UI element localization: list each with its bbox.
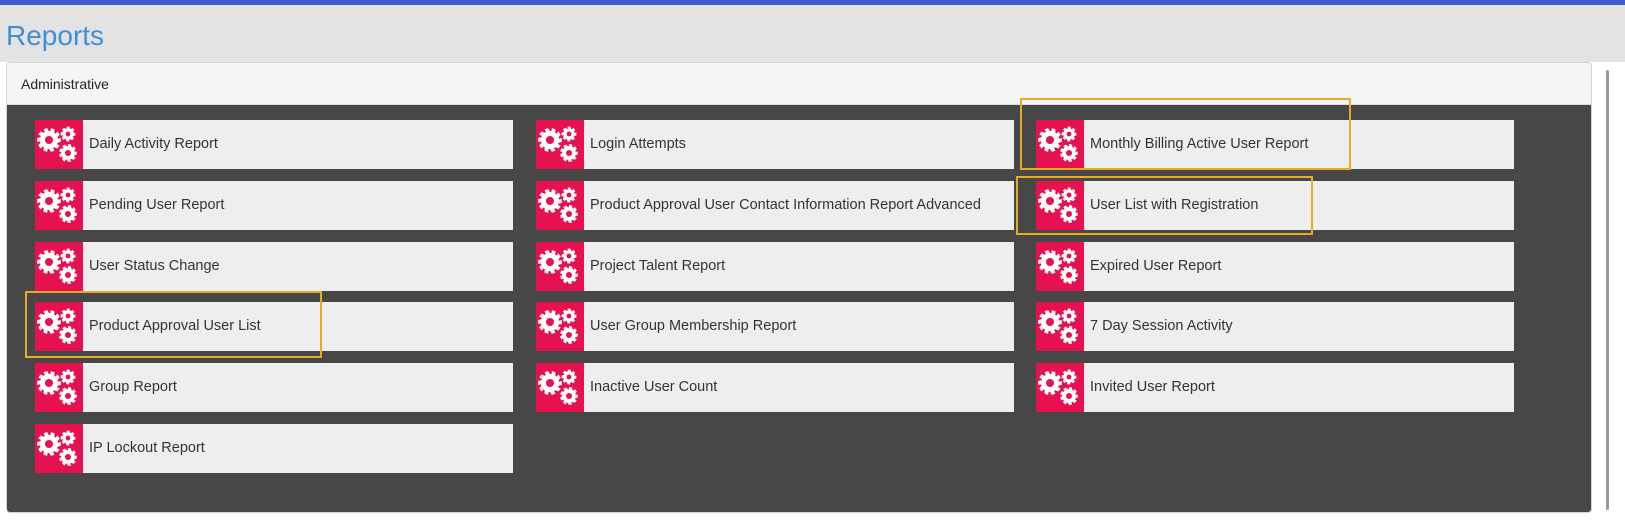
gears-icon	[536, 302, 584, 351]
report-tile-inactive-user-count[interactable]: Inactive User Count	[536, 363, 1014, 412]
report-tile-daily-activity-report[interactable]: Daily Activity Report	[35, 120, 513, 169]
gears-icon	[35, 363, 83, 412]
gears-icon	[1036, 302, 1084, 351]
report-label: Product Approval User List	[89, 318, 261, 334]
report-label: Product Approval User Contact Informatio…	[590, 197, 981, 213]
panel-body: Daily Activity Report Login Attempts Mon…	[7, 105, 1591, 512]
gears-icon	[35, 242, 83, 291]
report-label: User Group Membership Report	[590, 318, 797, 334]
report-tile-user-list-with-registration[interactable]: User List with Registration	[1036, 181, 1514, 230]
top-accent-bar	[0, 0, 1625, 5]
report-label: Pending User Report	[89, 197, 225, 213]
report-tile-expired-user-report[interactable]: Expired User Report	[1036, 242, 1514, 291]
gears-icon	[1036, 120, 1084, 169]
report-tile-7-day-session-activity[interactable]: 7 Day Session Activity	[1036, 302, 1514, 351]
report-tile-monthly-billing-active-user-report[interactable]: Monthly Billing Active User Report	[1036, 120, 1514, 169]
report-label: Login Attempts	[590, 136, 686, 152]
report-label: Invited User Report	[1090, 379, 1215, 395]
gears-icon	[536, 363, 584, 412]
report-label: 7 Day Session Activity	[1090, 318, 1233, 334]
gears-icon	[536, 181, 584, 230]
report-label: Project Talent Report	[590, 258, 726, 274]
report-label: Monthly Billing Active User Report	[1090, 136, 1309, 152]
report-label: Group Report	[89, 379, 177, 395]
panel-title: Administrative	[21, 76, 109, 92]
report-label: Expired User Report	[1090, 258, 1222, 274]
report-tile-project-talent-report[interactable]: Project Talent Report	[536, 242, 1014, 291]
report-tile-product-approval-user-contact-information-report-advanced[interactable]: Product Approval User Contact Informatio…	[536, 181, 1014, 230]
gears-icon	[536, 242, 584, 291]
gears-icon	[1036, 363, 1084, 412]
report-tile-user-group-membership-report[interactable]: User Group Membership Report	[536, 302, 1014, 351]
report-tile-user-status-change[interactable]: User Status Change	[35, 242, 513, 291]
gears-icon	[1036, 242, 1084, 291]
report-label: Inactive User Count	[590, 379, 718, 395]
report-tile-product-approval-user-list[interactable]: Product Approval User List	[35, 302, 513, 351]
report-label: User List with Registration	[1090, 197, 1259, 213]
report-label: Daily Activity Report	[89, 136, 218, 152]
gears-icon	[1036, 181, 1084, 230]
report-tile-pending-user-report[interactable]: Pending User Report	[35, 181, 513, 230]
scrollbar-thumb[interactable]	[1606, 70, 1609, 510]
report-label: User Status Change	[89, 258, 220, 274]
page-title: Reports	[6, 20, 105, 51]
report-tile-invited-user-report[interactable]: Invited User Report	[1036, 363, 1514, 412]
report-tile-ip-lockout-report[interactable]: IP Lockout Report	[35, 424, 513, 473]
gears-icon	[35, 424, 83, 473]
scrollbar-track[interactable]	[1611, 62, 1625, 531]
gears-icon	[35, 120, 83, 169]
report-tile-group-report[interactable]: Group Report	[35, 363, 513, 412]
gears-icon	[35, 302, 83, 351]
report-label: IP Lockout Report	[89, 440, 205, 456]
report-tile-login-attempts[interactable]: Login Attempts	[536, 120, 1014, 169]
gears-icon	[35, 181, 83, 230]
panel-header: Administrative	[7, 63, 1591, 105]
administrative-panel: Administrative Daily Activity Report Log…	[6, 62, 1592, 513]
gears-icon	[536, 120, 584, 169]
